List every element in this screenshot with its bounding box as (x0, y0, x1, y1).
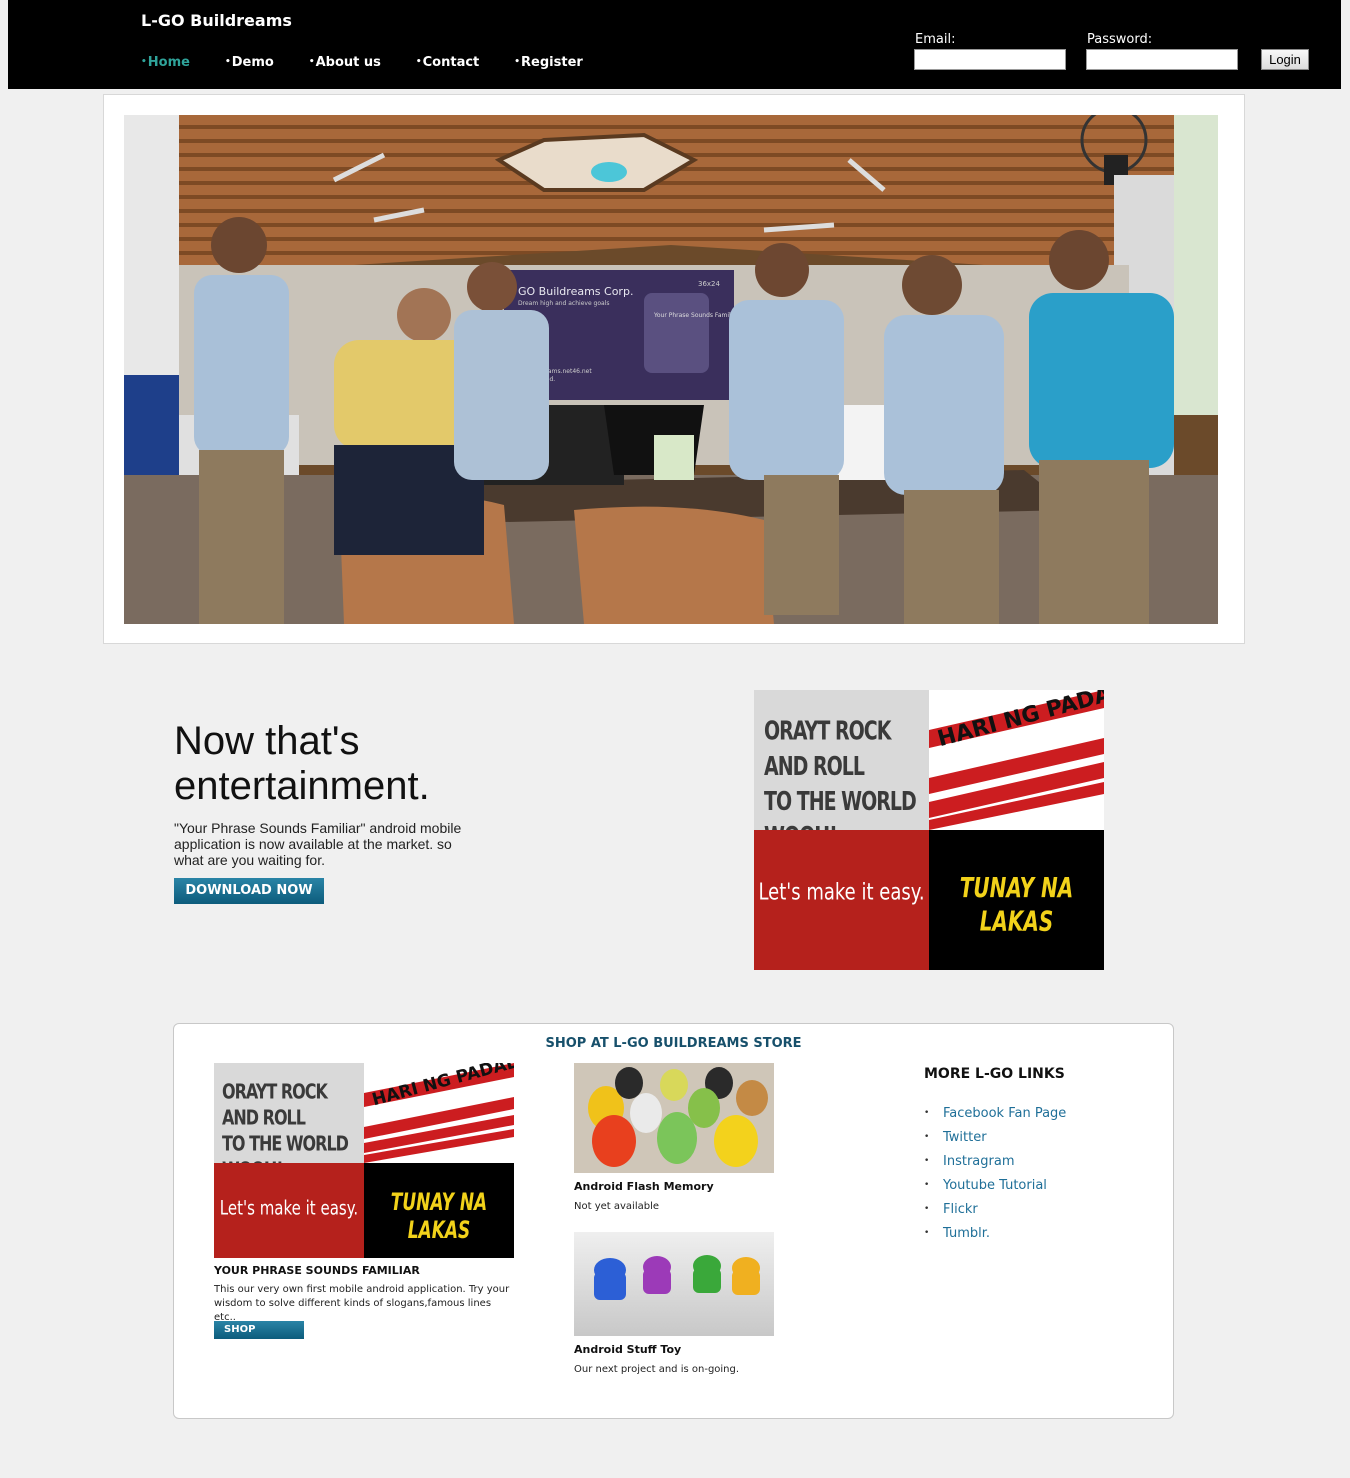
android-toys-icon (574, 1232, 774, 1336)
banner-title: GO Buildreams Corp. (518, 285, 633, 298)
store-panel: SHOP AT L-GO BUILDREAMS STORE ORAYT ROCK… (173, 1023, 1174, 1419)
android-stuff-toy-image[interactable] (574, 1232, 774, 1336)
shop-now-label: SHOP NOW (224, 1324, 256, 1353)
android-figures-group-icon (574, 1063, 774, 1173)
email-field[interactable] (914, 49, 1066, 70)
small-tile-slogan-1b: TO THE WORLD WOOH! (222, 1131, 349, 1163)
shop-now-button[interactable]: SHOP NOW > (214, 1321, 304, 1353)
main-nav: •Home •Demo •About us •Contact •Register (141, 55, 618, 70)
android-flash-memory-image[interactable] (574, 1063, 774, 1173)
tile-slogan-1b: TO THE WORLD WOOH! (764, 786, 917, 830)
list-item: • Twitter (924, 1130, 987, 1145)
banner-phone-text: Your Phrase Sounds Familiar (653, 312, 739, 319)
tile-slogan-3: Let's make it easy. (758, 878, 925, 907)
site-header: L-GO Buildreams •Home •Demo •About us •C… (8, 0, 1341, 89)
small-tile-slogan-1a: ORAYT ROCK AND ROLL (222, 1079, 328, 1130)
app-logo-tile: ORAYT ROCK AND ROLL TO THE WORLD WOOH! H… (754, 690, 1104, 970)
product-status-stuff-toy: Our next project and is on-going. (574, 1364, 740, 1375)
link-facebook[interactable]: Facebook Fan Page (943, 1106, 1066, 1121)
site-title[interactable]: L-GO Buildreams (141, 11, 292, 30)
list-item: • Instragram (924, 1154, 1015, 1169)
nav-contact[interactable]: •Contact (416, 55, 479, 70)
banner-size: 36x24 (698, 280, 721, 288)
link-flickr[interactable]: Flickr (943, 1202, 978, 1217)
password-label: Password: (1087, 32, 1153, 47)
featured-app-title[interactable]: YOUR PHRASE SOUNDS FAMILIAR (214, 1264, 420, 1277)
password-field[interactable] (1086, 49, 1238, 70)
nav-home[interactable]: •Home (141, 55, 190, 70)
more-links-list: • Facebook Fan Page • Twitter • Instragram … (924, 1106, 1066, 1250)
tile-slogan-1a: ORAYT ROCK AND ROLL (764, 716, 891, 782)
team-photo: GO Buildreams Corp. Dream high and achie… (124, 115, 1218, 624)
product-title-stuff-toy[interactable]: Android Stuff Toy (574, 1343, 681, 1356)
nav-demo[interactable]: •Demo (225, 55, 274, 70)
small-tile-slogan-3: Let's make it easy. (219, 1196, 359, 1220)
link-twitter[interactable]: Twitter (943, 1130, 987, 1145)
tile-slogan-4: TUNAY NA LAKAS (959, 870, 1074, 938)
list-item: • Youtube Tutorial (924, 1178, 1047, 1193)
small-tile-slogan-4: TUNAY NA LAKAS (390, 1189, 488, 1245)
login-button[interactable]: Login (1261, 49, 1309, 70)
banner-tagline: Dream high and achieve goals (518, 300, 610, 307)
promo-heading-line1: Now that's (174, 719, 360, 763)
product-status-flash-memory: Not yet available (574, 1201, 660, 1212)
link-youtube[interactable]: Youtube Tutorial (943, 1178, 1047, 1193)
email-label: Email: (915, 32, 956, 47)
store-title: SHOP AT L-GO BUILDREAMS STORE (545, 1036, 802, 1051)
nav-register[interactable]: •Register (514, 55, 583, 70)
list-item: • Facebook Fan Page (924, 1106, 1067, 1121)
link-instagram[interactable]: Instragram (943, 1154, 1014, 1169)
featured-app-description: This our very own first mobile android a… (214, 1284, 510, 1323)
list-item: • Tumblr. (924, 1226, 991, 1241)
link-tumblr[interactable]: Tumblr. (943, 1226, 990, 1241)
promo-heading-line2: entertainment. (174, 764, 430, 808)
promo-heading: Now that's entertainment. (174, 719, 430, 809)
featured-app-image[interactable]: ORAYT ROCK AND ROLL TO THE WORLD WOOH! H… (214, 1063, 514, 1258)
promo-text: "Your Phrase Sounds Familiar" android mo… (174, 820, 462, 868)
list-item: • Flickr (924, 1202, 978, 1217)
hero-slider: GO Buildreams Corp. Dream high and achie… (103, 94, 1245, 644)
product-title-flash-memory[interactable]: Android Flash Memory (574, 1180, 714, 1193)
download-now-button[interactable]: DOWNLOAD NOW (174, 878, 324, 904)
more-links-title: MORE L-GO LINKS (924, 1066, 1065, 1082)
arrow-right-icon: > (262, 1342, 271, 1353)
nav-about-us[interactable]: •About us (309, 55, 381, 70)
